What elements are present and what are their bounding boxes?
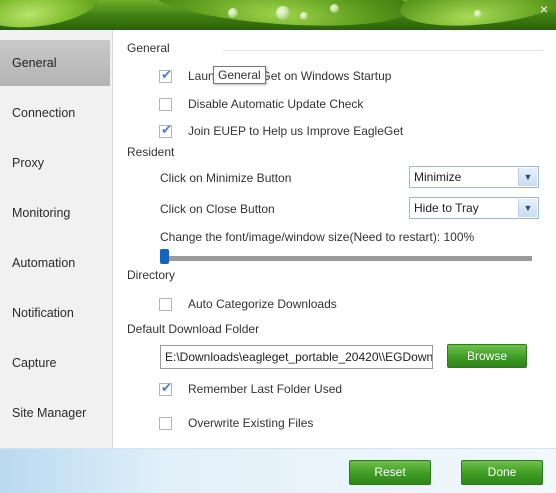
- download-folder-path-field[interactable]: E:\Downloads\eagleget_portable_20420\\EG…: [160, 345, 433, 369]
- close-action-value: Hide to Tray: [414, 201, 479, 215]
- overwrite-files-label: Overwrite Existing Files: [188, 416, 314, 430]
- launch-startup-option[interactable]: ✔ Launch EagleGet on Windows Startup: [159, 67, 391, 85]
- remember-folder-label: Remember Last Folder Used: [188, 382, 343, 396]
- sidebar-item-general[interactable]: General: [0, 40, 110, 86]
- close-button-label: Click on Close Button: [160, 202, 275, 216]
- join-euep-label: Join EUEP to Help us Improve EagleGet: [188, 124, 404, 138]
- sidebar-item-monitoring[interactable]: Monitoring: [0, 190, 110, 236]
- settings-panel: General ✔ Launch EagleGet on Windows Sta…: [113, 30, 556, 448]
- sidebar-item-capture[interactable]: Capture: [0, 340, 110, 386]
- chevron-down-icon[interactable]: ▼: [518, 199, 537, 217]
- header-banner: ×: [0, 0, 556, 30]
- disable-update-checkbox[interactable]: [159, 97, 172, 111]
- overwrite-files-option[interactable]: Overwrite Existing Files: [159, 414, 313, 432]
- close-action-select[interactable]: Hide to Tray ▼: [409, 197, 539, 219]
- disable-update-option[interactable]: Disable Automatic Update Check: [159, 95, 363, 113]
- water-drop: [228, 8, 238, 18]
- section-title-general: General: [127, 41, 170, 55]
- auto-categorize-option[interactable]: Auto Categorize Downloads: [159, 295, 337, 313]
- window-size-label: Change the font/image/window size(Need t…: [160, 230, 475, 244]
- tooltip: General: [213, 66, 266, 84]
- reset-button[interactable]: Reset: [349, 460, 431, 485]
- launch-startup-checkbox[interactable]: ✔: [159, 66, 172, 83]
- water-drop: [276, 6, 290, 20]
- section-title-resident: Resident: [127, 145, 175, 159]
- section-title-download-folder: Default Download Folder: [127, 322, 260, 336]
- section-divider: [223, 50, 543, 51]
- disable-update-label: Disable Automatic Update Check: [188, 97, 364, 111]
- footer-bar: Reset Done: [0, 448, 556, 493]
- water-drop: [300, 12, 308, 20]
- remember-folder-checkbox[interactable]: ✔: [159, 379, 172, 396]
- minimize-action-value: Minimize: [414, 170, 462, 184]
- check-icon: ✔: [161, 121, 172, 137]
- sidebar-item-connection[interactable]: Connection: [0, 90, 110, 136]
- auto-categorize-checkbox[interactable]: [159, 297, 172, 311]
- section-title-directory: Directory: [127, 268, 176, 282]
- overwrite-files-checkbox[interactable]: [159, 416, 172, 430]
- window-size-slider-track[interactable]: [160, 256, 532, 261]
- join-euep-checkbox[interactable]: ✔: [159, 121, 172, 138]
- remember-folder-option[interactable]: ✔ Remember Last Folder Used: [159, 380, 342, 398]
- water-drop: [330, 4, 339, 13]
- sidebar-item-automation[interactable]: Automation: [0, 240, 110, 286]
- water-drop: [474, 10, 482, 18]
- minimize-button-label: Click on Minimize Button: [160, 171, 292, 185]
- chevron-down-icon[interactable]: ▼: [518, 168, 537, 186]
- browse-button[interactable]: Browse: [447, 344, 527, 368]
- done-button[interactable]: Done: [461, 460, 543, 485]
- check-icon: ✔: [161, 379, 172, 395]
- join-euep-option[interactable]: ✔ Join EUEP to Help us Improve EagleGet: [159, 122, 403, 140]
- sidebar-item-site-manager[interactable]: Site Manager: [0, 390, 110, 436]
- minimize-action-select[interactable]: Minimize ▼: [409, 166, 539, 188]
- leaf-decoration: [0, 0, 103, 30]
- auto-categorize-label: Auto Categorize Downloads: [188, 297, 337, 311]
- check-icon: ✔: [161, 66, 172, 82]
- sidebar-item-notification[interactable]: Notification: [0, 290, 110, 336]
- close-icon[interactable]: ×: [540, 2, 548, 16]
- settings-sidebar: General Connection Proxy Monitoring Auto…: [0, 30, 113, 448]
- window-size-slider-thumb[interactable]: [160, 249, 169, 264]
- sidebar-item-proxy[interactable]: Proxy: [0, 140, 110, 186]
